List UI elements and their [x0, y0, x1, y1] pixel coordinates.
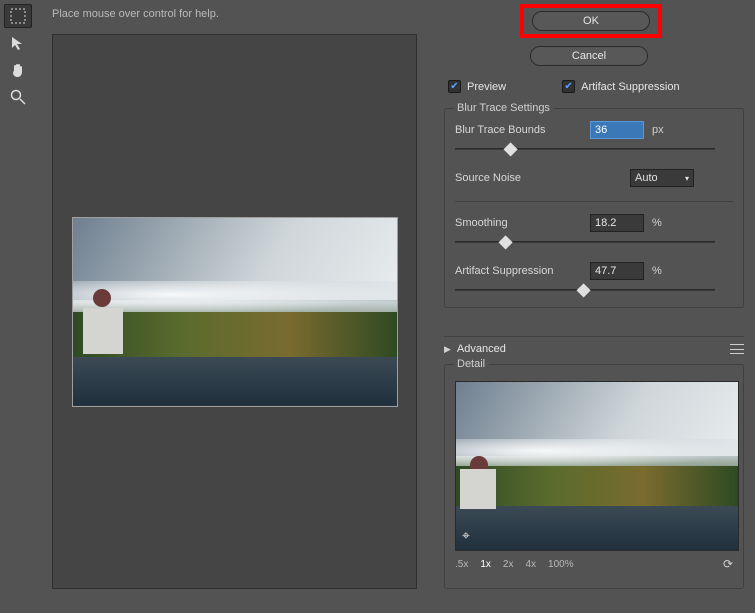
marquee-icon	[10, 8, 26, 24]
hand-tool[interactable]	[4, 58, 32, 82]
ok-highlight: OK	[520, 4, 662, 38]
loupe-icon[interactable]: ⌖	[462, 527, 470, 544]
smoothing-input[interactable]	[590, 214, 644, 232]
advanced-section-header[interactable]: ▶ Advanced	[444, 336, 744, 355]
preview-label: Preview	[467, 81, 506, 93]
marquee-tool[interactable]	[4, 4, 32, 28]
artifact-suppression-input[interactable]	[590, 262, 644, 280]
zoom-1x[interactable]: 1x	[480, 559, 491, 570]
zoom-2x[interactable]: 2x	[503, 559, 514, 570]
hand-icon	[10, 62, 26, 78]
advanced-label: Advanced	[457, 343, 506, 355]
bounds-unit: px	[652, 124, 664, 136]
ok-button[interactable]: OK	[532, 11, 650, 31]
source-noise-select[interactable]: Auto ▾	[630, 169, 694, 187]
checkmark-icon: ✔	[448, 80, 461, 93]
zoom-current: 100%	[548, 559, 574, 570]
checkmark-icon: ✔	[562, 80, 575, 93]
detail-preview-image[interactable]: ⌖	[455, 381, 739, 551]
blur-trace-settings-group: Blur Trace Settings Blur Trace Bounds px…	[444, 108, 744, 308]
zoom-controls: .5x 1x 2x 4x 100% ⟳	[455, 557, 733, 571]
triangle-right-icon: ▶	[444, 344, 451, 355]
smoothing-slider[interactable]	[455, 236, 715, 248]
artifact-suppression-label: Artifact Suppression	[581, 81, 679, 93]
artifact-suppression-slider[interactable]	[455, 284, 715, 296]
zoom-0.5x[interactable]: .5x	[455, 559, 468, 570]
blur-trace-bounds-input[interactable]	[590, 121, 644, 139]
smoothing-unit: %	[652, 217, 662, 229]
artifact-unit: %	[652, 265, 662, 277]
panel-menu-icon[interactable]	[730, 344, 744, 354]
zoom-4x[interactable]: 4x	[525, 559, 536, 570]
tools-toolbar	[4, 4, 34, 109]
detail-legend: Detail	[453, 358, 489, 370]
preview-image[interactable]	[72, 217, 398, 407]
blur-trace-bounds-slider[interactable]	[455, 143, 715, 155]
direct-select-tool[interactable]	[4, 31, 32, 55]
preview-checkbox[interactable]: ✔ Preview	[448, 80, 506, 93]
blur-trace-bounds-label: Blur Trace Bounds	[455, 124, 590, 136]
chevron-down-icon: ▾	[685, 174, 689, 183]
artifact-suppression-amount-label: Artifact Suppression	[455, 265, 590, 277]
source-noise-value: Auto	[635, 172, 658, 184]
help-tip-text: Place mouse over control for help.	[52, 8, 219, 20]
preview-pane[interactable]	[52, 34, 417, 589]
options-row: ✔ Preview ✔ Artifact Suppression	[448, 80, 680, 93]
reload-icon[interactable]: ⟳	[723, 557, 733, 571]
source-noise-label: Source Noise	[455, 172, 590, 184]
magnifier-icon	[10, 89, 26, 105]
blur-trace-legend: Blur Trace Settings	[453, 102, 554, 114]
artifact-suppression-checkbox[interactable]: ✔ Artifact Suppression	[562, 80, 679, 93]
zoom-tool[interactable]	[4, 85, 32, 109]
arrow-icon	[10, 35, 26, 51]
smoothing-label: Smoothing	[455, 217, 590, 229]
cancel-button[interactable]: Cancel	[530, 46, 648, 66]
divider	[455, 201, 733, 202]
detail-group: Detail ⌖ .5x 1x 2x 4x 100% ⟳	[444, 364, 744, 589]
